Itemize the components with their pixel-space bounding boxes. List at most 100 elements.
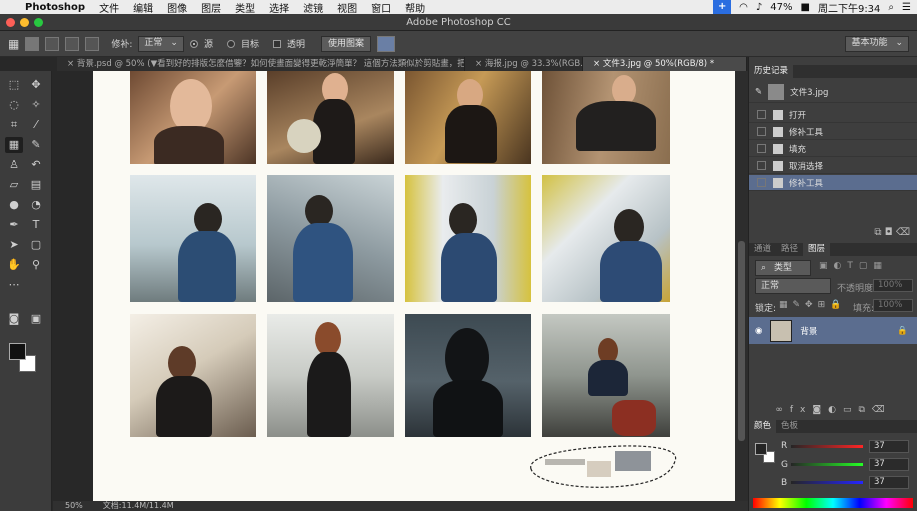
menu-filter[interactable]: 滤镜 xyxy=(296,0,330,15)
tab-poster-jpg[interactable]: × 海报.jpg @ 33.3%(RGB... xyxy=(465,57,583,71)
menu-edit[interactable]: 编辑 xyxy=(126,0,160,15)
flag-icon[interactable]: ■ xyxy=(801,2,810,13)
color-spectrum[interactable] xyxy=(753,498,913,508)
menu-type[interactable]: 类型 xyxy=(228,0,262,15)
transparent-checkbox[interactable] xyxy=(272,39,281,48)
shape-tool-icon[interactable]: ▢ xyxy=(27,237,45,253)
close-icon[interactable]: × xyxy=(593,59,603,69)
tab-history[interactable]: 历史记录 xyxy=(749,65,794,78)
step-checkbox[interactable] xyxy=(757,178,766,187)
add-icon[interactable]: + xyxy=(713,0,732,14)
document-page[interactable] xyxy=(93,71,735,501)
zoom-tool-icon[interactable]: ⚲ xyxy=(27,257,45,273)
move-tool-icon[interactable]: ✥ xyxy=(27,77,45,93)
tab-color[interactable]: 颜色 xyxy=(749,420,777,433)
step-checkbox[interactable] xyxy=(757,110,766,119)
new-selection-button[interactable] xyxy=(25,36,40,51)
menu-window[interactable]: 窗口 xyxy=(364,0,398,15)
scrollbar-thumb[interactable] xyxy=(738,241,745,441)
camera-icon[interactable]: ◘ xyxy=(885,227,893,238)
history-step[interactable]: 修补工具 xyxy=(749,124,917,140)
g-slider[interactable] xyxy=(791,463,863,466)
dodge-tool-icon[interactable]: ◔ xyxy=(27,197,45,213)
layer-kind-filter[interactable]: ⌕ 类型 xyxy=(755,260,811,276)
workspace-select[interactable]: 基本功能 ⌄ xyxy=(845,35,909,52)
tab-channels[interactable]: 通道 xyxy=(749,243,776,256)
g-field[interactable]: 37 xyxy=(869,458,909,471)
mask-icon[interactable]: ◙ xyxy=(812,405,828,415)
pattern-picker[interactable] xyxy=(377,35,396,52)
trash-icon[interactable]: ⌫ xyxy=(872,405,892,415)
eye-icon[interactable]: ◉ xyxy=(755,326,762,336)
document-canvas[interactable] xyxy=(53,71,735,501)
b-slider[interactable] xyxy=(791,481,863,484)
close-icon[interactable]: × xyxy=(475,59,485,69)
folder-icon[interactable]: ▭ xyxy=(843,405,859,415)
menu-view[interactable]: 视图 xyxy=(330,0,364,15)
step-checkbox[interactable] xyxy=(757,161,766,170)
menu-image[interactable]: 图像 xyxy=(160,0,194,15)
patch-mode-select[interactable]: 正常 ⌄ xyxy=(138,35,184,52)
quick-mask-icon[interactable]: ◙ xyxy=(5,311,23,327)
pen-tool-icon[interactable]: ✒ xyxy=(5,217,23,233)
foreground-color-swatch[interactable] xyxy=(9,343,26,360)
adjustment-icon[interactable]: ◐ xyxy=(828,405,843,415)
new-layer-icon[interactable]: ⧉ xyxy=(858,405,871,415)
blend-mode-select[interactable]: 正常 xyxy=(755,278,831,294)
source-radio[interactable] xyxy=(189,39,198,48)
lasso-tool-icon[interactable]: ◌ xyxy=(5,97,23,113)
history-step[interactable]: 修补工具 xyxy=(749,175,917,191)
menu-app[interactable]: Photoshop xyxy=(18,2,92,13)
menu-file[interactable]: 文件 xyxy=(92,0,126,15)
hand-tool-icon[interactable]: ✋ xyxy=(5,257,23,273)
lasso-selection[interactable] xyxy=(523,441,683,491)
opacity-field[interactable]: 100% xyxy=(873,279,913,292)
volume-icon[interactable]: ♪ xyxy=(756,2,762,13)
menu-layer[interactable]: 图层 xyxy=(194,0,228,15)
lock-icons[interactable]: ▦✎✥⊞🔒 xyxy=(779,300,846,310)
wifi-icon[interactable]: ◠ xyxy=(739,2,748,13)
screen-mode-icon[interactable]: ▣ xyxy=(27,311,45,327)
eyedropper-tool-icon[interactable]: ⁄ xyxy=(27,117,45,133)
maximize-window-button[interactable] xyxy=(34,18,43,27)
magic-wand-tool-icon[interactable]: ✧ xyxy=(27,97,45,113)
clock[interactable]: 周二下午9:34 xyxy=(818,0,880,15)
step-checkbox[interactable] xyxy=(757,144,766,153)
brush-tool-icon[interactable]: ✎ xyxy=(27,137,45,153)
battery-percent[interactable]: 47% xyxy=(770,2,792,13)
r-slider[interactable] xyxy=(791,445,863,448)
menu-list-icon[interactable]: ☰ xyxy=(902,2,911,13)
history-snapshot[interactable]: ✎ 文件3.jpg xyxy=(749,81,917,103)
tab-layers[interactable]: 图层 xyxy=(803,243,831,256)
path-select-tool-icon[interactable]: ➤ xyxy=(5,237,23,253)
b-field[interactable]: 37 xyxy=(869,476,909,489)
patch-tool-preset-icon[interactable]: ▦ xyxy=(8,37,19,51)
doc-size[interactable]: 文档:11.4M/11.4M xyxy=(103,501,174,511)
blur-tool-icon[interactable]: ● xyxy=(5,197,23,213)
r-field[interactable]: 37 xyxy=(869,440,909,453)
tab-paths[interactable]: 路径 xyxy=(776,243,803,256)
fx-icon[interactable]: fx xyxy=(790,405,813,415)
color-fg-swatch[interactable] xyxy=(755,443,767,455)
history-brush-tool-icon[interactable]: ↶ xyxy=(27,157,45,173)
stamp-tool-icon[interactable]: ♙ xyxy=(5,157,23,173)
menu-select[interactable]: 选择 xyxy=(262,0,296,15)
intersect-selection-button[interactable] xyxy=(85,36,100,51)
close-window-button[interactable] xyxy=(6,18,15,27)
minimize-window-button[interactable] xyxy=(20,18,29,27)
target-radio[interactable] xyxy=(226,39,235,48)
new-document-from-state-icon[interactable]: ⧉ xyxy=(874,227,881,238)
tab-file3-jpg[interactable]: × 文件3.jpg @ 50%(RGB/8) * xyxy=(583,57,747,71)
tab-background-psd[interactable]: × 背景.psd @ 50% (▼看到好的排版怎麼借鑒？如何使畫面變得更乾淨簡單… xyxy=(57,57,465,71)
crop-tool-icon[interactable]: ⌗ xyxy=(5,117,23,133)
fill-field[interactable]: 100% xyxy=(873,299,913,312)
trash-icon[interactable]: ⌫ xyxy=(896,227,910,238)
use-pattern-button[interactable]: 使用图案 xyxy=(321,35,372,52)
link-layers-icon[interactable]: ∞ xyxy=(775,405,790,415)
patch-tool-icon[interactable]: ▦ xyxy=(5,137,23,153)
layer-background[interactable]: ◉ 背景 🔒 xyxy=(749,317,917,344)
more-tools-icon[interactable]: ⋯ xyxy=(5,277,23,293)
eraser-tool-icon[interactable]: ▱ xyxy=(5,177,23,193)
marquee-tool-icon[interactable]: ⬚ xyxy=(5,77,23,93)
gradient-tool-icon[interactable]: ▤ xyxy=(27,177,45,193)
